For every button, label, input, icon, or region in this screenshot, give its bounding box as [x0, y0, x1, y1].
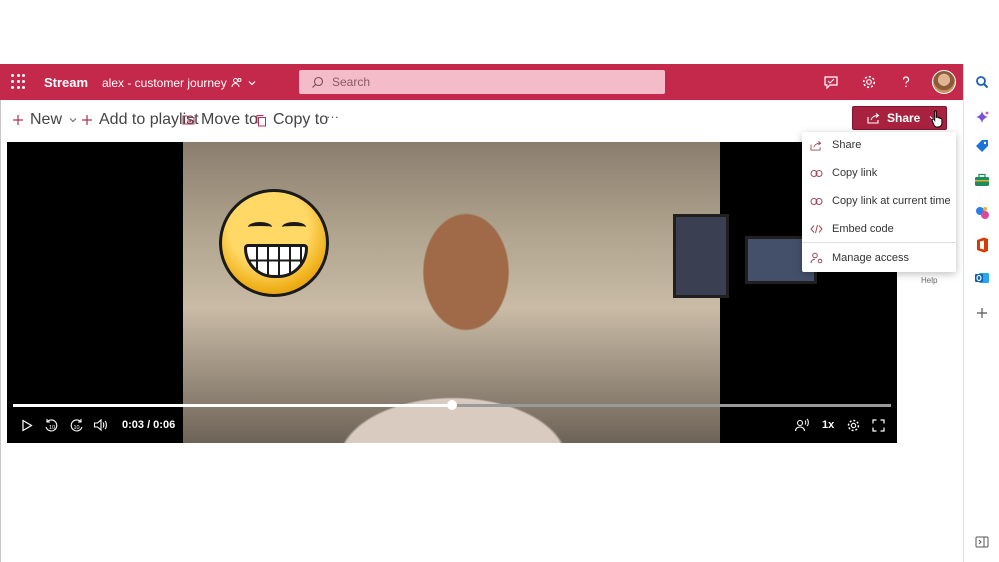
copilot-sparkle-icon[interactable]	[973, 109, 991, 127]
captions-icon[interactable]	[794, 417, 810, 433]
menu-item-embed-code[interactable]: Embed code	[802, 216, 956, 242]
menu-item-label: Share	[832, 139, 862, 151]
browser-sidebar	[963, 64, 999, 562]
menu-item-manage-access[interactable]: Manage access	[802, 245, 956, 271]
link-icon	[808, 197, 824, 206]
top-blank-area	[0, 0, 999, 64]
collapse-sidebar-icon[interactable]	[973, 533, 991, 551]
toolbox-icon[interactable]	[973, 171, 991, 189]
background-monitor	[673, 214, 729, 298]
code-icon	[808, 224, 824, 234]
menu-item-label: Embed code	[832, 223, 894, 235]
link-icon	[808, 169, 824, 178]
move-to-label: Move to	[201, 111, 258, 128]
menu-item-share[interactable]: Share	[802, 132, 956, 158]
share-dropdown-menu: Share Copy link Copy link at current tim…	[802, 132, 956, 272]
people-settings-icon	[808, 252, 824, 264]
app-name[interactable]: Stream	[44, 75, 88, 90]
gear-icon[interactable]	[860, 73, 878, 91]
search-input[interactable]	[332, 75, 632, 89]
folder-move-icon	[182, 114, 195, 126]
video-player[interactable]: 10 10 0:03 / 0:06 1x	[7, 142, 897, 443]
grinning-emoji-overlay	[219, 189, 329, 297]
office-icon[interactable]	[973, 236, 991, 254]
share-icon	[808, 140, 824, 151]
share-button-label: Share	[887, 111, 921, 125]
progress-thumb[interactable]	[447, 400, 457, 410]
add-icon[interactable]	[973, 304, 991, 322]
new-button[interactable]: New	[12, 111, 78, 129]
menu-item-copy-link-current-time[interactable]: Copy link at current time	[802, 188, 956, 214]
search-icon[interactable]	[973, 73, 991, 91]
more-options-button[interactable]: ···	[326, 109, 339, 124]
app-header: Stream alex - customer journey	[0, 64, 963, 100]
share-icon	[867, 112, 881, 124]
chevron-down-icon	[68, 115, 78, 125]
avatar[interactable]	[932, 70, 956, 94]
settings-gear-icon[interactable]	[845, 417, 861, 433]
play-icon[interactable]	[19, 417, 35, 433]
mouse-cursor-icon	[931, 109, 944, 133]
people-icon	[231, 77, 243, 89]
progress-fill	[13, 404, 452, 407]
app-launcher-icon[interactable]	[11, 74, 27, 90]
plus-icon	[12, 114, 24, 126]
tag-icon[interactable]	[973, 137, 991, 155]
new-label: New	[30, 111, 63, 128]
copy-to-label: Copy to	[273, 111, 329, 128]
search-icon	[311, 76, 324, 89]
games-icon[interactable]	[973, 204, 991, 222]
forward-10-icon[interactable]: 10	[68, 417, 84, 433]
menu-divider	[802, 242, 956, 243]
plus-icon	[81, 114, 93, 126]
side-hint-label: Help	[921, 276, 938, 285]
outlook-icon[interactable]	[973, 269, 991, 287]
add-to-playlist-button[interactable]: Add to playlist	[81, 111, 199, 129]
help-icon[interactable]	[897, 73, 915, 91]
menu-item-label: Manage access	[832, 252, 910, 264]
move-to-button[interactable]: Move to	[182, 111, 258, 129]
menu-item-copy-link[interactable]: Copy link	[802, 160, 956, 186]
chevron-down-icon	[247, 78, 257, 88]
feedback-icon[interactable]	[822, 73, 840, 91]
rewind-10-icon[interactable]: 10	[43, 417, 59, 433]
svg-text:10: 10	[73, 425, 79, 431]
breadcrumb-label: alex - customer journey	[102, 76, 227, 90]
volume-icon[interactable]	[92, 417, 108, 433]
playback-speed-button[interactable]: 1x	[822, 419, 834, 431]
menu-item-label: Copy link	[832, 167, 878, 179]
fullscreen-icon[interactable]	[870, 417, 886, 433]
copy-icon	[255, 114, 267, 127]
svg-text:10: 10	[49, 425, 55, 431]
menu-item-label: Copy link at current time	[832, 195, 951, 207]
search-box[interactable]	[299, 70, 665, 94]
breadcrumb[interactable]: alex - customer journey	[102, 76, 257, 90]
progress-bar[interactable]	[13, 400, 891, 410]
playback-time: 0:03 / 0:06	[122, 419, 176, 431]
copy-to-button[interactable]: Copy to	[255, 111, 328, 129]
